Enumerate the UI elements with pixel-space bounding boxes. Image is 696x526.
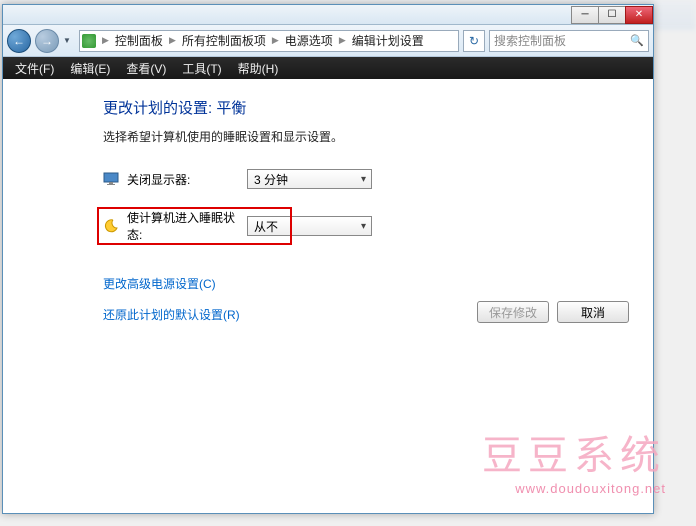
refresh-button[interactable]: ↻ bbox=[463, 30, 485, 52]
breadcrumb-item[interactable]: 电源选项 bbox=[281, 32, 337, 49]
menu-tools[interactable]: 工具(T) bbox=[176, 58, 227, 79]
display-off-value: 3 分钟 bbox=[254, 171, 288, 188]
breadcrumb-sep: ▶ bbox=[102, 35, 109, 46]
breadcrumb-sep: ▶ bbox=[339, 35, 346, 46]
search-icon: 🔍 bbox=[630, 34, 644, 47]
navbar: ← → ▼ ▶ 控制面板 ▶ 所有控制面板项 ▶ 电源选项 ▶ 编辑计划设置 ↻… bbox=[3, 25, 653, 57]
search-input[interactable]: 搜索控制面板 🔍 bbox=[489, 30, 649, 52]
sleep-label: 使计算机进入睡眠状态: bbox=[127, 209, 247, 243]
history-dropdown[interactable]: ▼ bbox=[63, 36, 75, 45]
breadcrumb-item[interactable]: 所有控制面板项 bbox=[178, 32, 270, 49]
forward-button[interactable]: → bbox=[35, 29, 59, 53]
search-placeholder: 搜索控制面板 bbox=[494, 32, 566, 49]
breadcrumb-sep: ▶ bbox=[272, 35, 279, 46]
sleep-dropdown[interactable]: 从不 bbox=[247, 216, 372, 236]
menu-file[interactable]: 文件(F) bbox=[9, 58, 60, 79]
menu-view[interactable]: 查看(V) bbox=[120, 58, 172, 79]
control-panel-icon bbox=[82, 34, 96, 48]
moon-icon bbox=[103, 218, 119, 234]
display-off-row: 关闭显示器: 3 分钟 bbox=[103, 169, 653, 189]
button-row: 保存修改 取消 bbox=[477, 301, 629, 323]
window-controls: ─ ☐ ✕ bbox=[572, 6, 653, 24]
display-off-dropdown[interactable]: 3 分钟 bbox=[247, 169, 372, 189]
close-button[interactable]: ✕ bbox=[625, 6, 653, 24]
titlebar: ─ ☐ ✕ bbox=[3, 5, 653, 25]
menu-help[interactable]: 帮助(H) bbox=[232, 58, 285, 79]
breadcrumb[interactable]: ▶ 控制面板 ▶ 所有控制面板项 ▶ 电源选项 ▶ 编辑计划设置 bbox=[79, 30, 459, 52]
page-title: 更改计划的设置: 平衡 bbox=[103, 97, 653, 118]
content-area: 更改计划的设置: 平衡 选择希望计算机使用的睡眠设置和显示设置。 关闭显示器: … bbox=[3, 79, 653, 513]
maximize-button[interactable]: ☐ bbox=[598, 6, 626, 24]
breadcrumb-sep: ▶ bbox=[169, 35, 176, 46]
sleep-value: 从不 bbox=[254, 218, 278, 235]
menubar: 文件(F) 编辑(E) 查看(V) 工具(T) 帮助(H) bbox=[3, 57, 653, 79]
minimize-button[interactable]: ─ bbox=[571, 6, 599, 24]
page-subtitle: 选择希望计算机使用的睡眠设置和显示设置。 bbox=[103, 128, 653, 145]
back-button[interactable]: ← bbox=[7, 29, 31, 53]
window: ─ ☐ ✕ ← → ▼ ▶ 控制面板 ▶ 所有控制面板项 ▶ 电源选项 ▶ 编辑… bbox=[2, 4, 654, 514]
breadcrumb-item[interactable]: 编辑计划设置 bbox=[348, 32, 428, 49]
restore-defaults-link[interactable]: 还原此计划的默认设置(R) bbox=[103, 306, 240, 323]
cancel-button[interactable]: 取消 bbox=[557, 301, 629, 323]
menu-edit[interactable]: 编辑(E) bbox=[64, 58, 116, 79]
monitor-icon bbox=[103, 171, 119, 187]
display-off-label: 关闭显示器: bbox=[127, 171, 247, 188]
advanced-settings-link[interactable]: 更改高级电源设置(C) bbox=[103, 275, 216, 292]
save-button[interactable]: 保存修改 bbox=[477, 301, 549, 323]
sleep-row: 使计算机进入睡眠状态: 从不 bbox=[103, 209, 653, 243]
breadcrumb-item[interactable]: 控制面板 bbox=[111, 32, 167, 49]
